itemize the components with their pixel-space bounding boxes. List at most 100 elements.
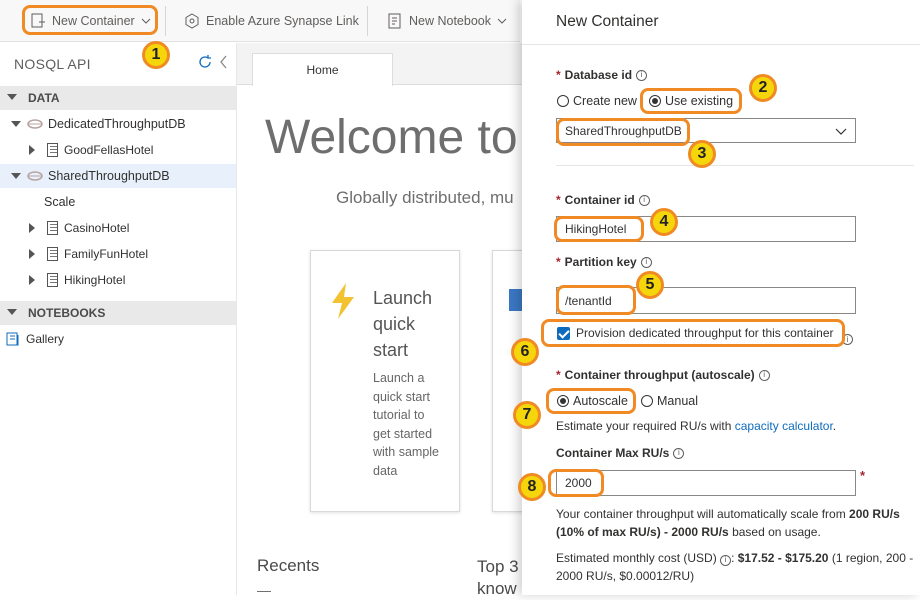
scale-label: Scale xyxy=(44,195,76,209)
tab-home[interactable]: Home xyxy=(252,53,393,86)
container-icon xyxy=(47,143,58,157)
autoscale-range: (10% of max RU/s) - 2000 RU/s xyxy=(556,525,729,539)
tree-item-scale[interactable]: Scale xyxy=(0,190,236,214)
caret-down-icon xyxy=(11,121,21,127)
caret-right-icon xyxy=(29,223,35,233)
tree-item-dedicated-db[interactable]: DedicatedThroughputDB xyxy=(0,112,236,136)
highlight-autoscale xyxy=(546,388,636,414)
step-badge-2: 2 xyxy=(749,74,777,102)
db-label: SharedThroughputDB xyxy=(48,169,170,183)
create-new-label[interactable]: Create new xyxy=(573,94,637,108)
database-icon xyxy=(27,171,43,181)
section-divider xyxy=(556,165,914,166)
new-notebook-button[interactable]: New Notebook xyxy=(387,0,507,42)
gallery-icon xyxy=(6,332,19,346)
estimate-suffix: . xyxy=(832,419,837,433)
container-label: HikingHotel xyxy=(64,273,126,287)
required-mark: * xyxy=(556,255,561,269)
card-desc-line5: with sample xyxy=(373,445,439,459)
caret-down-icon xyxy=(7,94,17,100)
estimate-prefix: Estimate your required RU/s with xyxy=(556,419,735,433)
required-mark: * xyxy=(556,68,561,82)
info-icon[interactable]: i xyxy=(636,69,648,81)
autoscale-desc-suffix: based on usage. xyxy=(728,525,821,539)
notebooks-section-label: NOTEBOOKS xyxy=(28,306,106,320)
enable-synapse-link-button[interactable]: Enable Azure Synapse Link xyxy=(184,0,359,42)
container-label: GoodFellasHotel xyxy=(64,143,154,157)
autoscale-desc-prefix: Your container throughput will automatic… xyxy=(556,507,850,521)
cost-range: $17.52 - $175.20 xyxy=(737,551,829,565)
tree-item-shared-db[interactable]: SharedThroughputDB xyxy=(0,164,236,188)
manual-label[interactable]: Manual xyxy=(657,394,698,408)
throughput-label: * Container throughput (autoscale) i xyxy=(556,368,770,382)
lightning-icon xyxy=(332,283,354,319)
data-section-header[interactable]: DATA xyxy=(0,86,236,110)
recents-heading: Recents xyxy=(257,556,320,575)
tree-item-familyfun[interactable]: FamilyFunHotel xyxy=(0,242,236,266)
api-title: NOSQL API xyxy=(14,56,91,72)
card-desc-line2: quick start xyxy=(373,389,430,404)
chevron-down-icon xyxy=(497,18,507,24)
cost-detail-1: (1 region, 200 - xyxy=(828,551,914,565)
step-badge-4: 4 xyxy=(650,208,678,236)
container-icon xyxy=(47,221,58,235)
welcome-heading: Welcome to xyxy=(265,111,518,164)
autoscale-min: 200 RU/s xyxy=(849,507,900,521)
quickstart-card[interactable]: Launch quick start Launch a quick start … xyxy=(310,250,460,512)
panel-title: New Container xyxy=(556,13,659,30)
info-icon[interactable]: i xyxy=(640,256,652,268)
container-id-text: Container id xyxy=(564,193,635,207)
cost-estimate: Estimated monthly cost (USD) i: $17.52 -… xyxy=(556,551,914,583)
info-icon[interactable]: i xyxy=(758,369,770,381)
refresh-icon[interactable] xyxy=(197,54,213,70)
caret-down-icon xyxy=(7,309,17,315)
recents-dash: — xyxy=(257,582,271,598)
card-title-line2: quick xyxy=(373,314,416,334)
notebooks-section-header[interactable]: NOTEBOOKS xyxy=(0,301,236,325)
info-icon[interactable]: i xyxy=(673,447,685,459)
chevron-down-icon xyxy=(835,128,847,135)
highlight-database-select xyxy=(556,118,690,146)
card-title-line3: start xyxy=(373,340,409,360)
estimate-text: Estimate your required RU/s with capacit… xyxy=(556,417,836,435)
create-new-radio[interactable] xyxy=(557,95,569,107)
tree-item-gallery[interactable]: Gallery xyxy=(0,327,236,351)
container-icon xyxy=(47,273,58,287)
manual-radio[interactable] xyxy=(641,395,653,407)
card-icon xyxy=(509,289,523,311)
tree-item-hiking[interactable]: HikingHotel xyxy=(0,268,236,292)
caret-right-icon xyxy=(29,275,35,285)
step-badge-1: 1 xyxy=(142,41,170,69)
required-mark: * xyxy=(556,193,561,207)
card-desc-line6: data xyxy=(373,463,398,478)
required-mark: * xyxy=(556,368,561,382)
cost-detail-2: 2000 RU/s, $0.00012/RU) xyxy=(556,569,695,583)
container-label: FamilyFunHotel xyxy=(64,247,149,261)
tree-item-goodfellas[interactable]: GoodFellasHotel xyxy=(0,138,236,162)
container-label: CasinoHotel xyxy=(64,221,130,235)
highlight-container-id xyxy=(554,216,644,242)
container-id-label: * Container id i xyxy=(556,193,650,207)
card-desc-line3: tutorial to xyxy=(373,408,425,422)
container-icon xyxy=(47,247,58,261)
info-icon[interactable]: i xyxy=(638,194,650,206)
new-notebook-label: New Notebook xyxy=(409,14,491,28)
partition-key-text: Partition key xyxy=(564,255,637,269)
card-desc-line1: Launch a xyxy=(373,371,425,385)
max-ru-text: Container Max RU/s xyxy=(556,446,670,460)
collapse-chevron-icon[interactable] xyxy=(219,55,229,69)
highlight-provision xyxy=(541,319,845,347)
autoscale-description: Your container throughput will automatic… xyxy=(556,505,916,541)
notebook-icon xyxy=(388,13,401,29)
info-icon[interactable]: i xyxy=(720,554,732,566)
db-label: DedicatedThroughputDB xyxy=(48,117,186,131)
synapse-label: Enable Azure Synapse Link xyxy=(206,14,359,28)
tree-item-casino[interactable]: CasinoHotel xyxy=(0,216,236,240)
database-icon xyxy=(27,119,43,129)
highlight-partition-key xyxy=(556,285,636,315)
top3-line2: know xyxy=(477,579,517,598)
database-id-label: * Database id i xyxy=(556,68,648,82)
database-id-text: Database id xyxy=(564,68,633,82)
top3-line1: Top 3 xyxy=(477,557,519,576)
capacity-calculator-link[interactable]: capacity calculator xyxy=(735,419,833,433)
